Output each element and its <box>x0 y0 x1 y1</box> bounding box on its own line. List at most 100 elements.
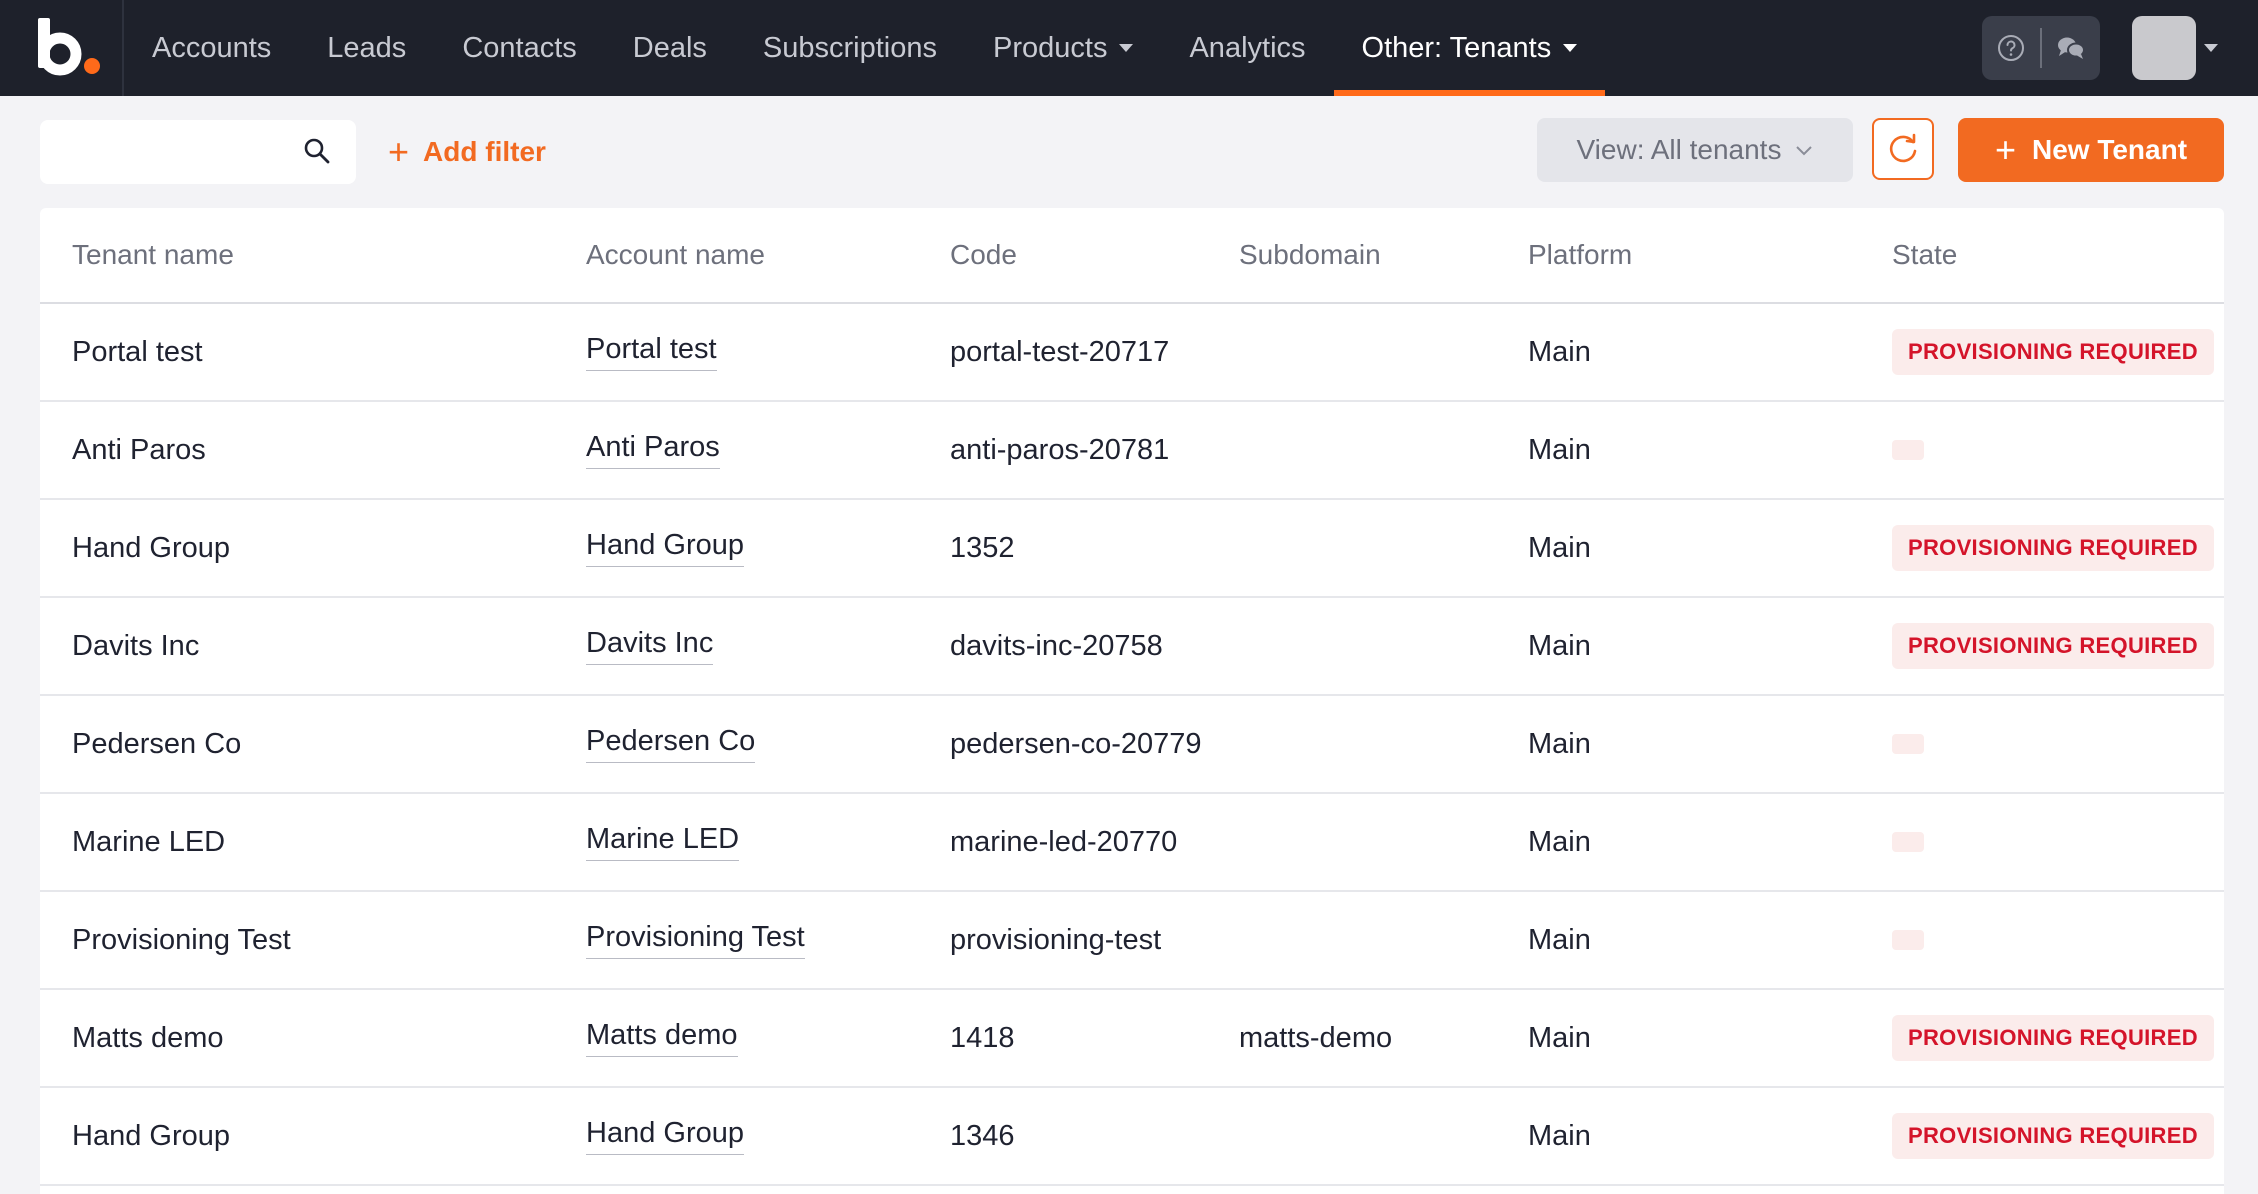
table-row[interactable]: Davits Inc Davits Inc davits-inc-20758 Main… <box>40 598 2224 696</box>
platform-cell: Main <box>1528 402 1591 498</box>
table-row[interactable]: Matts demo Matts demo 1418 matts-demo Main PR… <box>40 990 2224 1088</box>
brand-logo[interactable] <box>34 16 104 76</box>
tenant-name: Portal test <box>72 335 203 368</box>
column-header-tenant-name[interactable]: Tenant name <box>72 208 234 302</box>
state-cell: PROVISIONING REQUIRED <box>1892 990 2214 1086</box>
state-cell <box>1892 892 1924 988</box>
tenant-code: 1418 <box>950 1021 1015 1054</box>
tenant-name: Hand Group <box>72 1119 230 1152</box>
tenant-platform: Main <box>1528 629 1591 662</box>
state-cell: PROVISIONING REQUIRED <box>1892 500 2214 596</box>
chat-icon <box>2058 37 2085 59</box>
table-row[interactable]: Hand Group Hand Group 1346 Main PROVISIONING… <box>40 1088 2224 1186</box>
tenant-name-cell: Portal test <box>72 304 203 400</box>
tenant-platform: Main <box>1528 1119 1591 1152</box>
account-link[interactable]: Anti Paros <box>586 431 720 469</box>
tenant-name-cell: Marine LED <box>72 794 225 890</box>
column-header-platform[interactable]: Platform <box>1528 208 1632 302</box>
new-tenant-label: New Tenant <box>2031 134 2188 165</box>
caret-down-icon <box>1563 44 1578 52</box>
tenant-platform: Main <box>1528 923 1591 956</box>
status-badge: PROVISIONING REQUIRED <box>1892 525 2214 571</box>
add-filter-button[interactable]: + Add filter <box>388 130 546 174</box>
nav-item-leads[interactable]: Leads <box>299 0 434 96</box>
tenant-platform: Main <box>1528 1021 1591 1054</box>
nav-item-subscriptions[interactable]: Subscriptions <box>735 0 965 96</box>
tenant-code: davits-inc-20758 <box>950 629 1163 662</box>
account-link[interactable]: Marine LED <box>586 823 740 861</box>
account-name-cell: Provisioning Test <box>586 892 805 988</box>
code-cell: davits-inc-20758 <box>950 598 1163 694</box>
platform-cell: Main <box>1528 794 1591 890</box>
account-link[interactable]: Provisioning Test <box>586 921 805 959</box>
table-row[interactable]: Anti Paros Anti Paros anti-paros-20781 Main <box>40 402 2224 500</box>
account-link[interactable]: Hand Group <box>586 529 744 567</box>
code-cell: pedersen-co-20779 <box>950 696 1202 792</box>
table-row[interactable]: Provisioning Test Provisioning Test provis… <box>40 892 2224 990</box>
state-cell: PROVISIONING REQUIRED <box>1892 598 2214 694</box>
tenant-code: portal-test-20717 <box>950 335 1170 368</box>
avatar[interactable] <box>2132 16 2196 80</box>
nav-item-deals[interactable]: Deals <box>605 0 735 96</box>
account-link[interactable]: Matts demo <box>586 1019 738 1057</box>
search-input[interactable] <box>56 130 300 176</box>
code-cell: anti-paros-20781 <box>950 402 1169 498</box>
nav-item-contacts[interactable]: Contacts <box>434 0 604 96</box>
nav-item-other-tenants[interactable]: Other: Tenants <box>1333 0 1606 96</box>
column-header-state[interactable]: State <box>1892 208 1957 302</box>
add-filter-label: Add filter <box>423 136 546 167</box>
caret-down-icon <box>1119 44 1134 52</box>
table-row[interactable]: Pedersen Co Pedersen Co pedersen-co-20779 M… <box>40 696 2224 794</box>
platform-cell: Main <box>1528 892 1591 988</box>
search-icon[interactable] <box>303 137 331 165</box>
tenant-name: Marine LED <box>72 825 226 858</box>
account-link[interactable]: Portal test <box>586 333 717 371</box>
nav-item-products[interactable]: Products <box>965 0 1161 96</box>
code-cell: 1346 <box>950 1088 1015 1184</box>
nav-item-label: Subscriptions <box>762 31 938 64</box>
platform-cell: Main <box>1528 500 1591 596</box>
code-cell: provisioning-test <box>950 892 1161 988</box>
view-select[interactable]: View: All tenants <box>1537 118 1853 182</box>
refresh-button[interactable] <box>1872 118 1934 180</box>
status-badge-empty <box>1892 832 1924 852</box>
code-cell: portal-test-20717 <box>950 304 1169 400</box>
nav-item-analytics[interactable]: Analytics <box>1161 0 1333 96</box>
platform-cell: Main <box>1528 990 1591 1086</box>
view-select-label: View: All tenants <box>1576 134 1782 165</box>
code-cell: 1352 <box>950 500 1015 596</box>
status-badge: PROVISIONING REQUIRED <box>1892 1015 2214 1061</box>
help-button[interactable] <box>1982 16 2040 80</box>
account-link[interactable]: Davits Inc <box>586 627 714 665</box>
tenant-name: Hand Group <box>72 531 230 564</box>
nav-item-accounts[interactable]: Accounts <box>124 0 299 96</box>
new-tenant-button[interactable]: + New Tenant <box>1958 118 2224 182</box>
main-menu: Accounts Leads Contacts Deals Subscripti… <box>124 0 1605 96</box>
state-cell: PROVISIONING REQUIRED <box>1892 304 2214 400</box>
column-header-code[interactable]: Code <box>950 208 1017 302</box>
column-header-account-name[interactable]: Account name <box>586 208 765 302</box>
tenant-subdomain: matts-demo <box>1239 1021 1393 1054</box>
tenant-code: 1346 <box>950 1119 1015 1152</box>
plus-icon: + <box>1994 129 2016 170</box>
code-cell: 1418 <box>950 990 1015 1086</box>
table-row[interactable]: Marine LED Marine LED marine-led-20770 Main <box>40 794 2224 892</box>
chat-button[interactable] <box>2042 16 2100 80</box>
table-row[interactable]: Hand Group Hand Group 1352 Main PROVISIONING… <box>40 500 2224 598</box>
account-name-cell: Marine LED <box>586 794 740 890</box>
tenant-platform: Main <box>1528 825 1591 858</box>
account-name-cell: Hand Group <box>586 1088 744 1184</box>
platform-cell: Main <box>1528 598 1591 694</box>
platform-cell: Main <box>1528 304 1591 400</box>
account-link[interactable]: Hand Group <box>586 1117 744 1155</box>
status-badge: PROVISIONING REQUIRED <box>1892 623 2214 669</box>
chevron-down-icon[interactable] <box>2204 44 2218 52</box>
tenant-platform: Main <box>1528 727 1591 760</box>
account-name-cell: Matts demo <box>586 990 738 1086</box>
tenant-name: Pedersen Co <box>72 727 242 760</box>
account-link[interactable]: Pedersen Co <box>586 725 756 763</box>
nav-item-label: Contacts <box>462 31 577 64</box>
column-header-subdomain[interactable]: Subdomain <box>1239 208 1381 302</box>
table-row[interactable]: Portal test Portal test portal-test-20717 M… <box>40 304 2224 402</box>
account-name-cell: Anti Paros <box>586 402 720 498</box>
